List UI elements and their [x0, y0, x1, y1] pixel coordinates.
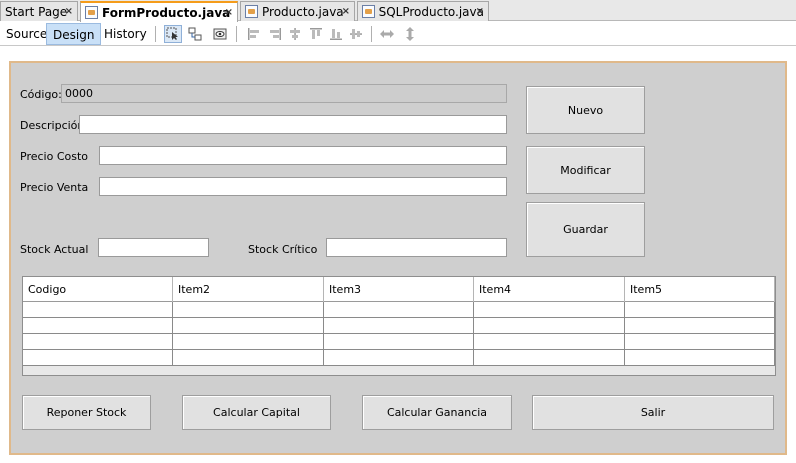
- guardar-button[interactable]: Guardar: [526, 202, 645, 257]
- selection-mode-icon[interactable]: [164, 25, 182, 43]
- close-icon[interactable]: ×: [476, 6, 484, 17]
- tab-start-page[interactable]: Start Page ×: [0, 1, 78, 21]
- stock-critico-field[interactable]: [326, 238, 507, 257]
- column-header-codigo[interactable]: Codigo: [23, 277, 173, 302]
- nuevo-button[interactable]: Nuevo: [526, 86, 645, 134]
- table-cell[interactable]: [625, 334, 775, 349]
- stock-actual-field[interactable]: [98, 238, 209, 257]
- table-row[interactable]: [23, 334, 775, 350]
- table-cell[interactable]: [23, 302, 173, 317]
- align-bottom-icon[interactable]: [327, 25, 345, 43]
- close-icon[interactable]: ×: [342, 6, 350, 17]
- salir-button[interactable]: Salir: [532, 395, 774, 430]
- precio-costo-label: Precio Costo: [20, 150, 89, 163]
- table-row[interactable]: [23, 318, 775, 334]
- table-cell[interactable]: [474, 302, 625, 317]
- table-row[interactable]: [23, 302, 775, 318]
- tab-label: Producto.java: [262, 4, 344, 19]
- preview-design-icon[interactable]: [211, 25, 229, 43]
- netbeans-editor: Start Page × FormProducto.java × Product…: [0, 0, 796, 463]
- table-cell[interactable]: [324, 350, 474, 365]
- center-horizontal-icon[interactable]: [286, 25, 304, 43]
- table-cell[interactable]: [474, 334, 625, 349]
- table-cell[interactable]: [173, 318, 324, 333]
- editor-tab-bar: Start Page × FormProducto.java × Product…: [0, 0, 796, 22]
- close-icon[interactable]: ×: [65, 6, 73, 17]
- table-cell[interactable]: [474, 318, 625, 333]
- table-row[interactable]: [23, 350, 775, 366]
- productos-table[interactable]: Codigo Item2 Item3 Item4 Item5: [22, 276, 776, 376]
- column-header-item2[interactable]: Item2: [173, 277, 324, 302]
- align-left-icon[interactable]: [245, 25, 263, 43]
- java-file-icon: [362, 5, 375, 18]
- table-cell[interactable]: [173, 350, 324, 365]
- column-header-item5[interactable]: Item5: [625, 277, 775, 302]
- reponer-stock-button[interactable]: Reponer Stock: [22, 395, 151, 430]
- resize-vertical-icon[interactable]: [401, 25, 419, 43]
- descripcion-field[interactable]: [79, 115, 507, 134]
- tab-label: FormProducto.java: [102, 5, 231, 20]
- table-cell[interactable]: [324, 302, 474, 317]
- table-cell[interactable]: [625, 318, 775, 333]
- form-file-icon: [85, 6, 98, 19]
- precio-costo-field[interactable]: [99, 146, 507, 165]
- tab-label: SQLProducto.java: [378, 4, 484, 19]
- calcular-capital-button[interactable]: Calcular Capital: [182, 395, 331, 430]
- table-cell[interactable]: [173, 334, 324, 349]
- tab-label: Start Page: [5, 4, 68, 19]
- precio-venta-field[interactable]: [99, 177, 507, 196]
- table-header: Codigo Item2 Item3 Item4 Item5: [23, 277, 775, 302]
- column-header-item4[interactable]: Item4: [474, 277, 625, 302]
- tab-producto[interactable]: Producto.java ×: [240, 1, 355, 21]
- resize-horizontal-icon[interactable]: [378, 25, 396, 43]
- calcular-ganancia-button[interactable]: Calcular Ganancia: [362, 395, 512, 430]
- precio-venta-label: Precio Venta: [20, 181, 89, 194]
- center-vertical-icon[interactable]: [347, 25, 365, 43]
- table-cell[interactable]: [474, 350, 625, 365]
- descripcion-label: Descripción: [20, 119, 85, 132]
- toolbar-separator: [155, 26, 156, 42]
- stock-actual-label: Stock Actual: [20, 243, 89, 256]
- column-header-item3[interactable]: Item3: [324, 277, 474, 302]
- table-cell[interactable]: [23, 318, 173, 333]
- table-cell[interactable]: [324, 334, 474, 349]
- java-file-icon: [245, 5, 258, 18]
- table-cell[interactable]: [324, 318, 474, 333]
- design-canvas: Código: 0000 Descripción Precio Costo Pr…: [0, 47, 796, 463]
- align-top-icon[interactable]: [307, 25, 325, 43]
- codigo-label: Código:: [20, 88, 62, 101]
- design-view-tab[interactable]: Design: [46, 23, 102, 45]
- history-view-tab[interactable]: History: [98, 23, 153, 45]
- table-cell[interactable]: [625, 350, 775, 365]
- table-cell[interactable]: [23, 350, 173, 365]
- modificar-button[interactable]: Modificar: [526, 146, 645, 194]
- table-cell[interactable]: [625, 302, 775, 317]
- design-toolbar: Source Design History: [0, 22, 796, 46]
- tab-sqlproducto[interactable]: SQLProducto.java ×: [357, 1, 489, 21]
- table-cell[interactable]: [23, 334, 173, 349]
- toolbar-separator: [236, 26, 237, 42]
- form-producto-panel[interactable]: Código: 0000 Descripción Precio Costo Pr…: [9, 61, 787, 455]
- close-icon[interactable]: ×: [225, 7, 233, 18]
- codigo-field[interactable]: 0000: [61, 84, 507, 103]
- toolbar-separator: [371, 26, 372, 42]
- connection-mode-icon[interactable]: [186, 25, 204, 43]
- table-cell[interactable]: [173, 302, 324, 317]
- align-right-icon[interactable]: [266, 25, 284, 43]
- stock-critico-label: Stock Crítico: [248, 243, 318, 256]
- tab-formproducto[interactable]: FormProducto.java ×: [80, 1, 238, 22]
